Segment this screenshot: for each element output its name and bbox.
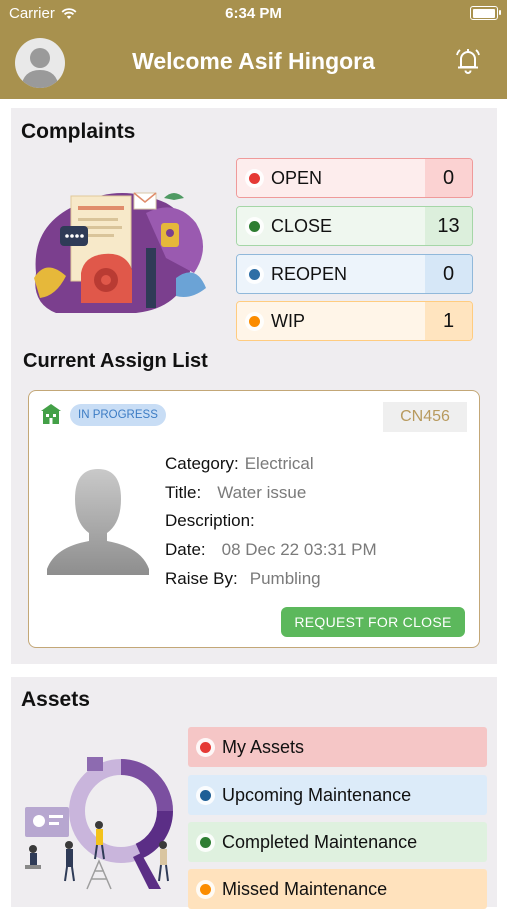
status-wip[interactable]: WIP 1 (236, 301, 473, 341)
field-raise-by: Raise By: Pumbling (165, 569, 321, 589)
assign-list-title: Current Assign List (23, 350, 208, 372)
field-label: Date: (165, 540, 206, 559)
status-open[interactable]: OPEN 0 (236, 158, 473, 198)
asset-label: Upcoming Maintenance (222, 784, 412, 805)
status-count: 1 (425, 302, 472, 340)
status-dot-icon (249, 220, 260, 232)
app-header: Welcome Asif Hingora (0, 28, 507, 99)
complaint-number: CN456 (383, 402, 467, 432)
field-value: Water issue (217, 483, 307, 502)
status-reopen-label-cell: REOPEN (237, 255, 425, 293)
asset-label: Completed Maintenance (222, 831, 418, 852)
status-label: REOPEN (271, 263, 348, 284)
field-date: Date: 08 Dec 22 03:31 PM (165, 540, 377, 560)
field-value: Electrical (244, 454, 314, 473)
field-category: Category: Electrical (165, 454, 314, 474)
asset-label: Missed Maintenance (222, 878, 388, 899)
field-label: Title: (165, 483, 202, 502)
status-bar: Carrier 6:34 PM (0, 0, 507, 28)
building-icon (41, 404, 61, 424)
notification-bell-icon[interactable] (453, 46, 483, 76)
asset-label: My Assets (222, 736, 305, 757)
assigned-complaint-card[interactable]: IN PROGRESS CN456 Category: Electrical Ti… (28, 390, 480, 648)
missed-maintenance-item[interactable]: Missed Maintenance (188, 869, 487, 909)
status-count: 0 (425, 255, 472, 293)
complaints-card: Complaints OPEN 0 CLOSE 13 REOPEN 0 WIP (11, 108, 497, 664)
completed-maintenance-item[interactable]: Completed Maintenance (188, 822, 487, 862)
status-reopen[interactable]: REOPEN 0 (236, 254, 473, 294)
status-close[interactable]: CLOSE 13 (236, 206, 473, 246)
asset-dot-icon (200, 836, 211, 848)
assets-card: Assets My Assets Upcoming Maintenance Co… (11, 677, 497, 909)
complaints-illustration (34, 192, 206, 313)
field-value: 08 Dec 22 03:31 PM (221, 540, 377, 559)
complaints-title: Complaints (21, 120, 136, 143)
status-open-label-cell: OPEN (237, 159, 425, 197)
my-assets-item[interactable]: My Assets (188, 727, 487, 767)
upcoming-maintenance-item[interactable]: Upcoming Maintenance (188, 775, 487, 815)
status-label: OPEN (271, 167, 323, 188)
request-close-button[interactable]: REQUEST FOR CLOSE (281, 607, 465, 637)
assets-illustration (25, 757, 173, 890)
battery-icon (470, 6, 501, 20)
asset-dot-icon (200, 789, 211, 801)
field-description: Description: (165, 511, 261, 531)
welcome-title: Welcome Asif Hingora (132, 48, 375, 74)
clock: 6:34 PM (225, 5, 282, 22)
status-wip-label-cell: WIP (237, 302, 425, 340)
status-dot-icon (249, 268, 260, 280)
field-label: Description: (165, 511, 255, 530)
status-badge: IN PROGRESS (70, 404, 166, 426)
field-value: Pumbling (249, 569, 321, 588)
status-count: 13 (425, 207, 472, 245)
status-label: WIP (271, 310, 305, 331)
status-dot-icon (249, 315, 260, 327)
assets-title: Assets (21, 688, 90, 711)
assignee-avatar-icon (47, 469, 149, 575)
status-close-label-cell: CLOSE (237, 207, 425, 245)
asset-dot-icon (200, 883, 211, 895)
status-count: 0 (425, 159, 472, 197)
field-label: Category: (165, 454, 239, 473)
field-title: Title: Water issue (165, 483, 306, 503)
asset-dot-icon (200, 741, 211, 753)
field-label: Raise By: (165, 569, 238, 588)
status-label: CLOSE (271, 215, 333, 236)
status-dot-icon (249, 172, 260, 184)
